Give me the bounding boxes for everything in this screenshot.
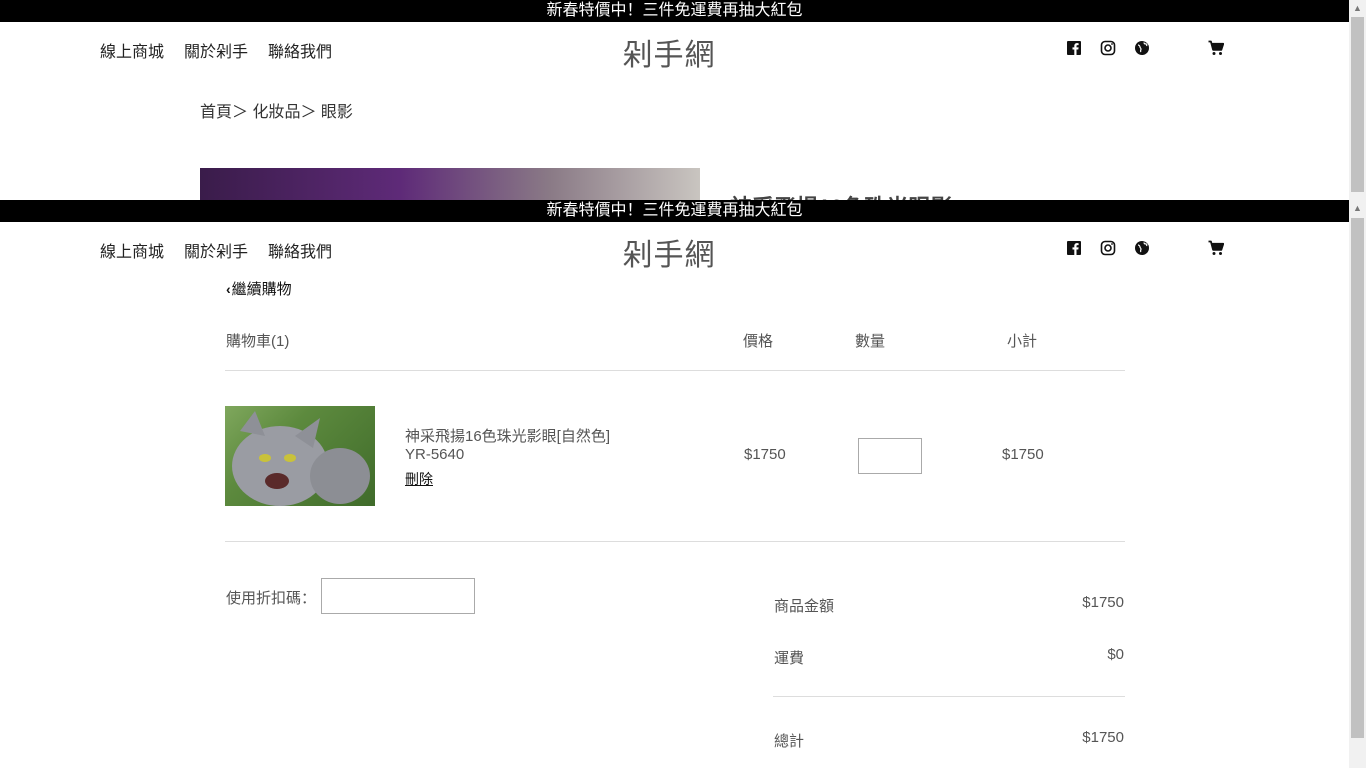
product-hero-image — [200, 168, 700, 200]
continue-shopping-label: 繼續購物 — [231, 281, 292, 298]
cart-icon[interactable] — [1208, 240, 1224, 256]
scroll-thumb[interactable] — [1351, 17, 1364, 192]
instagram-icon[interactable] — [1100, 40, 1116, 56]
delete-item-link[interactable]: 刪除 — [405, 469, 433, 489]
total-label: 總計 — [774, 733, 805, 750]
instagram-icon[interactable] — [1100, 240, 1116, 256]
price-header: 價格 — [743, 333, 774, 350]
globe-icon[interactable] — [1134, 40, 1150, 56]
header-icons — [1066, 40, 1224, 56]
header-icons — [1066, 240, 1224, 256]
item-price: $1750 — [744, 446, 786, 463]
goods-amount-label: 商品金額 — [774, 598, 835, 615]
product-name[interactable]: 神采飛揚16色珠光影眼[自然色] — [405, 425, 610, 446]
product-thumbnail[interactable] — [225, 406, 375, 506]
total-value: $1750 — [1082, 729, 1124, 746]
globe-icon[interactable] — [1134, 240, 1150, 256]
promo-text: 新春特價中！三件免運費再抽大紅包 — [546, 2, 803, 19]
divider — [225, 370, 1125, 371]
continue-shopping-link[interactable]: ‹ 繼續購物 — [226, 278, 292, 299]
product-title-partial: 神采飛揚16色珠光眼影 — [730, 190, 952, 200]
scroll-up-arrow-icon[interactable]: ▲ — [1349, 0, 1366, 17]
divider — [225, 541, 1125, 542]
cart-icon[interactable] — [1208, 40, 1224, 56]
facebook-icon[interactable] — [1066, 240, 1082, 256]
facebook-icon[interactable] — [1066, 40, 1082, 56]
shipping-value: $0 — [1107, 646, 1124, 663]
summary-divider — [773, 696, 1125, 697]
chevron-left-icon: ‹ — [226, 280, 231, 297]
goods-amount-value: $1750 — [1082, 594, 1124, 611]
quantity-header: 數量 — [855, 333, 886, 350]
promo-bar: 新春特價中！三件免運費再抽大紅包 — [0, 200, 1349, 222]
site-header: 線上商城 關於剁手 聯絡我們 剁手網 — [0, 22, 1349, 78]
subtotal-header: 小計 — [1007, 333, 1038, 350]
coupon-input[interactable] — [321, 578, 475, 614]
background-product-page: 新春特價中！三件免運費再抽大紅包 線上商城 關於剁手 聯絡我們 剁手網 首頁＞ … — [0, 0, 1349, 200]
coupon-label: 使用折扣碼： — [226, 590, 317, 607]
product-sku: YR-5640 — [405, 446, 465, 463]
scroll-up-arrow-icon[interactable]: ▲ — [1349, 200, 1366, 217]
scroll-thumb[interactable] — [1351, 218, 1364, 738]
cart-page: 新春特價中！三件免運費再抽大紅包 線上商城 關於剁手 聯絡我們 剁手網 ‹ 繼續… — [0, 200, 1349, 768]
shipping-label: 運費 — [774, 650, 805, 667]
breadcrumb[interactable]: 首頁＞ 化妝品＞ 眼影 — [200, 98, 353, 122]
quantity-input[interactable] — [858, 438, 922, 474]
promo-text: 新春特價中！三件免運費再抽大紅包 — [546, 202, 803, 219]
promo-bar: 新春特價中！三件免運費再抽大紅包 — [0, 0, 1349, 22]
item-subtotal: $1750 — [1002, 446, 1044, 463]
cart-count-header: 購物車(1) — [226, 333, 290, 350]
site-header: 線上商城 關於剁手 聯絡我們 剁手網 — [0, 222, 1349, 278]
scrollbar[interactable]: ▲ ▲ — [1349, 0, 1366, 768]
